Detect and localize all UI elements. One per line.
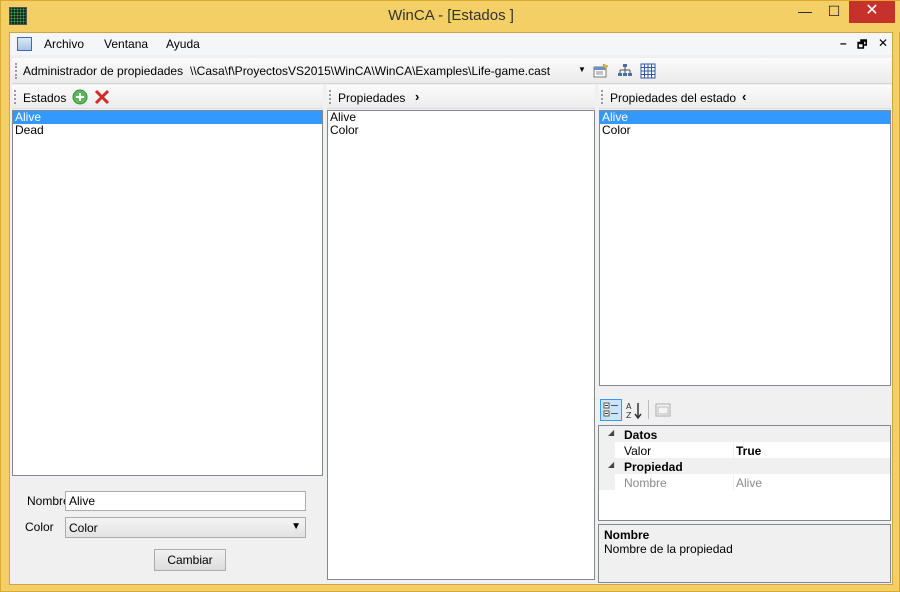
- property-help-pane: Nombre Nombre de la propiedad: [598, 524, 891, 583]
- propiedades-header: Propiedades ›: [327, 85, 595, 109]
- menu-ventana[interactable]: Ventana: [104, 37, 148, 51]
- category-propiedad[interactable]: ◢ Propiedad: [599, 458, 890, 474]
- property-pages-icon: [655, 403, 671, 417]
- estados-grip[interactable]: [14, 90, 17, 104]
- close-button[interactable]: ✕: [849, 1, 895, 23]
- prop-estado-grip[interactable]: [601, 90, 604, 104]
- property-name: Nombre: [624, 476, 667, 490]
- delete-state-icon[interactable]: [94, 89, 110, 105]
- alphabetical-button[interactable]: A Z: [623, 399, 645, 421]
- file-path-value: \\Casa\f\ProyectosVS2015\WinCA\WinCA\Exa…: [190, 64, 551, 78]
- maximize-button[interactable]: ☐: [820, 1, 848, 23]
- mdi-restore-button[interactable]: 🗗: [857, 36, 867, 55]
- property-row-nombre[interactable]: Nombre Alive: [599, 474, 890, 490]
- property-row-valor[interactable]: Valor True: [599, 442, 890, 458]
- color-select[interactable]: Color ▼: [65, 517, 306, 538]
- minimize-button[interactable]: —: [791, 1, 819, 23]
- file-path-combo[interactable]: \\Casa\f\ProyectosVS2015\WinCA\WinCA\Exa…: [190, 62, 589, 80]
- propiedades-grip[interactable]: [329, 90, 332, 104]
- menu-ayuda[interactable]: Ayuda: [166, 37, 200, 51]
- color-label: Color: [25, 520, 54, 534]
- estados-list[interactable]: Alive Dead: [12, 110, 323, 476]
- toolbar-separator: [648, 400, 649, 419]
- cambiar-button[interactable]: Cambiar: [154, 549, 226, 571]
- svg-text:A: A: [626, 402, 632, 411]
- prop-estado-title: Propiedades del estado: [610, 91, 737, 105]
- menu-archivo[interactable]: Archivo: [44, 37, 84, 51]
- add-state-icon[interactable]: [72, 89, 88, 105]
- property-value[interactable]: True: [736, 444, 761, 458]
- title-bar[interactable]: WinCA - [Estados ] — ☐ ✕: [1, 1, 900, 32]
- property-grid[interactable]: ◢ Datos Valor True ◢ Propiedad Nombre Al…: [598, 425, 891, 521]
- category-label: Datos: [624, 428, 658, 442]
- categorized-icon: [603, 402, 618, 417]
- prop-estado-header: Propiedades del estado ‹: [599, 85, 891, 109]
- category-datos[interactable]: ◢ Datos: [599, 426, 890, 442]
- estados-header: Estados: [12, 85, 323, 109]
- list-item[interactable]: Color: [600, 124, 890, 137]
- list-item[interactable]: Alive: [13, 111, 322, 124]
- property-grid-toolbar: A Z: [598, 396, 891, 422]
- chevron-down-icon: ▼: [291, 521, 301, 532]
- properties-icon[interactable]: [593, 63, 609, 79]
- property-name: Valor: [624, 444, 652, 458]
- sort-az-icon: A Z: [626, 402, 642, 420]
- nombre-label: Nombre: [27, 494, 70, 508]
- prop-estado-list[interactable]: Alive Color: [599, 110, 891, 386]
- grid-icon[interactable]: [640, 63, 656, 79]
- chevron-down-icon[interactable]: ▼: [578, 65, 586, 74]
- estados-title: Estados: [23, 91, 67, 105]
- mdi-minimize-button[interactable]: –: [840, 36, 847, 50]
- property-manager-toolbar: Administrador de propiedades \\Casa\f\Pr…: [12, 58, 892, 84]
- list-item[interactable]: Alive: [600, 111, 890, 124]
- color-select-value: Color: [69, 521, 98, 535]
- window-title: WinCA - [Estados ]: [388, 7, 514, 24]
- list-item[interactable]: Dead: [13, 124, 322, 137]
- chevron-left-icon[interactable]: ‹: [742, 89, 746, 104]
- propiedades-title: Propiedades: [338, 91, 406, 105]
- categorized-button[interactable]: [600, 399, 622, 421]
- help-title: Nombre: [604, 528, 650, 542]
- propiedades-list[interactable]: Alive Color: [327, 110, 595, 580]
- property-value: Alive: [736, 476, 763, 490]
- list-item[interactable]: Color: [328, 124, 594, 137]
- toolbar-label: Administrador de propiedades: [23, 64, 184, 78]
- property-pages-button[interactable]: [652, 399, 674, 421]
- list-item[interactable]: Alive: [328, 111, 594, 124]
- collapse-icon[interactable]: ◢: [608, 460, 614, 469]
- app-window: WinCA - [Estados ] — ☐ ✕ Archivo Ventana…: [0, 0, 900, 592]
- mdi-client: Archivo Ventana Ayuda – 🗗 ✕ Administrado…: [9, 32, 893, 585]
- menu-bar: Archivo Ventana Ayuda – 🗗 ✕: [10, 33, 892, 55]
- nombre-input[interactable]: Alive: [65, 491, 306, 511]
- mdi-close-button[interactable]: ✕: [878, 36, 888, 50]
- collapse-icon[interactable]: ◢: [608, 428, 614, 437]
- document-window-icon[interactable]: [17, 37, 32, 51]
- toolbar-grip[interactable]: [15, 63, 18, 79]
- svg-text:Z: Z: [626, 411, 632, 420]
- help-description: Nombre de la propiedad: [604, 542, 733, 556]
- category-label: Propiedad: [624, 460, 683, 474]
- chevron-right-icon[interactable]: ›: [415, 89, 419, 104]
- hierarchy-icon[interactable]: [617, 63, 633, 79]
